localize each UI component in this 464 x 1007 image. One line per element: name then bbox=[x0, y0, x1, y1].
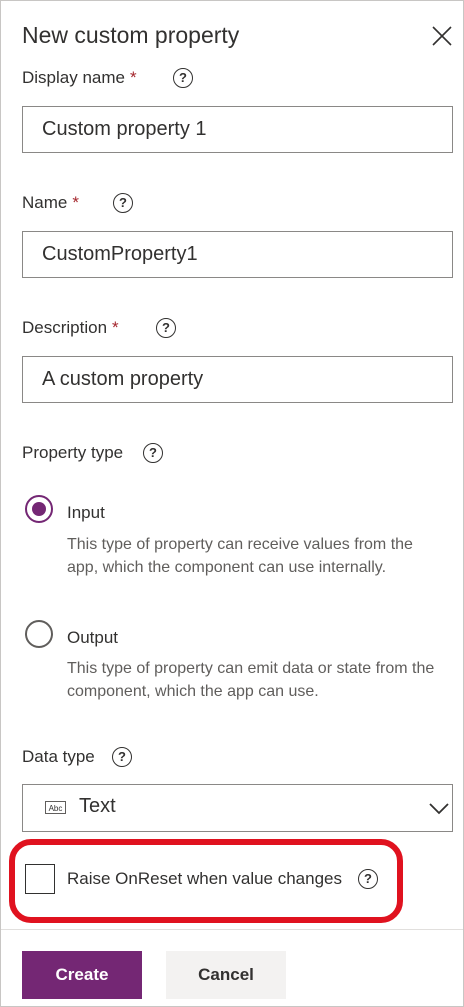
display-name-label: Display name * bbox=[22, 68, 137, 88]
description-help-icon[interactable]: ? bbox=[156, 318, 176, 338]
property-type-help-icon[interactable]: ? bbox=[143, 443, 163, 463]
data-type-selected: Text bbox=[79, 795, 116, 817]
create-button[interactable]: Create bbox=[22, 951, 142, 999]
input-radio-label[interactable]: Input bbox=[67, 503, 105, 523]
footer-divider bbox=[1, 929, 463, 930]
property-type-label: Property type bbox=[22, 443, 124, 462]
description-label: Description * bbox=[22, 318, 119, 338]
text-type-icon: Abc bbox=[45, 801, 66, 814]
input-radio-description: This type of property can receive values… bbox=[67, 536, 413, 576]
data-type-dropdown[interactable]: Abc Text bbox=[22, 784, 453, 832]
name-help-icon[interactable]: ? bbox=[113, 193, 133, 213]
name-label: Name * bbox=[22, 193, 79, 213]
close-icon[interactable] bbox=[430, 24, 454, 48]
raise-onreset-label[interactable]: Raise OnReset when value changes bbox=[67, 869, 342, 889]
display-name-label-text: Display name bbox=[22, 68, 125, 87]
input-radio[interactable] bbox=[25, 495, 53, 523]
data-type-help-icon[interactable]: ? bbox=[112, 747, 132, 767]
data-type-label: Data type bbox=[22, 747, 95, 766]
display-name-help-icon[interactable]: ? bbox=[173, 68, 193, 88]
required-marker: * bbox=[72, 193, 79, 212]
name-input[interactable]: CustomProperty1 bbox=[22, 231, 453, 278]
raise-onreset-checkbox[interactable] bbox=[25, 864, 55, 894]
display-name-input[interactable]: Custom property 1 bbox=[22, 106, 453, 153]
description-input[interactable]: A custom property bbox=[22, 356, 453, 403]
output-radio-label[interactable]: Output bbox=[67, 628, 118, 648]
output-radio[interactable] bbox=[25, 620, 53, 648]
output-radio-description: This type of property can emit data or s… bbox=[67, 660, 435, 700]
chevron-down-icon bbox=[429, 803, 449, 815]
name-label-text: Name bbox=[22, 193, 68, 212]
panel-title: New custom property bbox=[22, 22, 240, 48]
description-label-text: Description bbox=[22, 318, 108, 337]
required-marker: * bbox=[130, 68, 137, 87]
raise-onreset-help-icon[interactable]: ? bbox=[358, 869, 378, 889]
cancel-button[interactable]: Cancel bbox=[166, 951, 286, 999]
required-marker: * bbox=[112, 318, 119, 337]
